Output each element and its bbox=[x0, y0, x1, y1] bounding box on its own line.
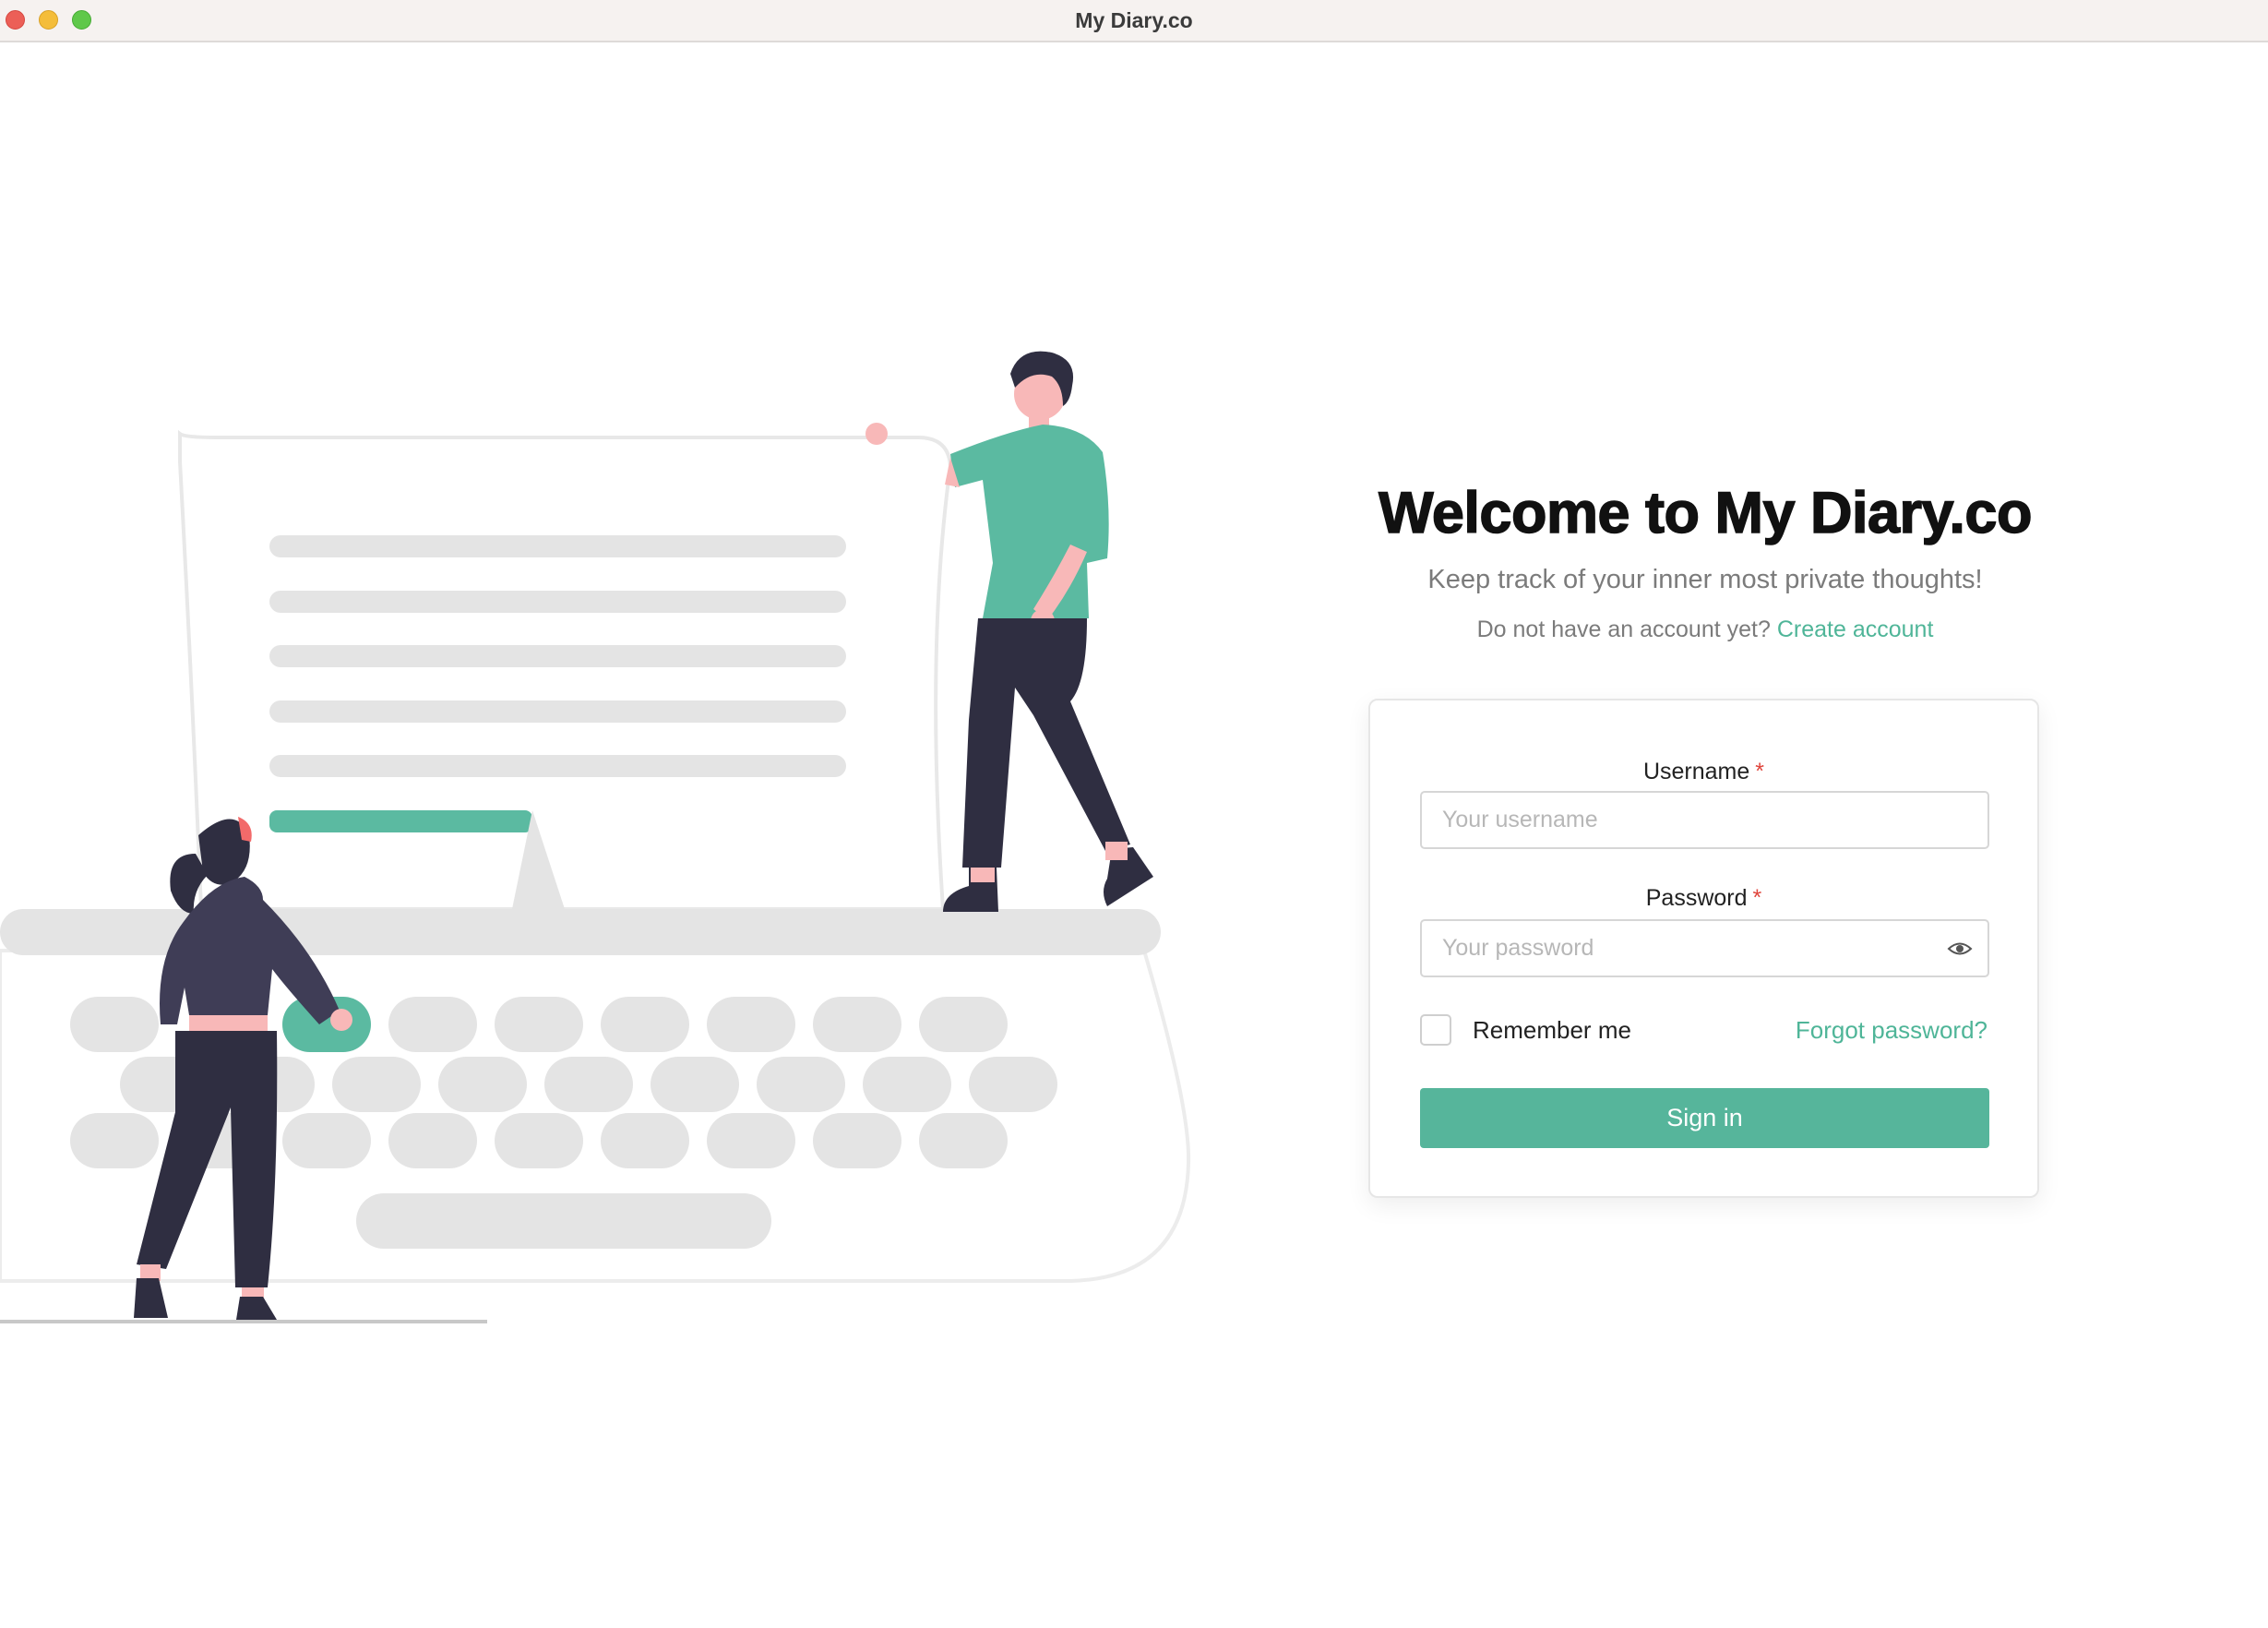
remember-me-label[interactable]: Remember me bbox=[1473, 1016, 1631, 1045]
required-marker: * bbox=[1752, 885, 1762, 911]
eye-icon[interactable] bbox=[1947, 938, 1973, 960]
window-title: My Diary.co bbox=[1075, 8, 1193, 32]
page-subtitle: Keep track of your inner most private th… bbox=[1427, 565, 1983, 594]
create-account-link[interactable]: Create account bbox=[1777, 616, 1934, 642]
forgot-password-link[interactable]: Forgot password? bbox=[1796, 1016, 1987, 1045]
window-titlebar: My Diary.co bbox=[0, 0, 2268, 42]
password-input[interactable]: Your password bbox=[1420, 919, 1989, 977]
password-placeholder: Your password bbox=[1442, 935, 1594, 961]
password-label: Password * bbox=[1370, 885, 2037, 912]
signup-prompt-text: Do not have an account yet? bbox=[1476, 616, 1771, 642]
remember-me-checkbox[interactable] bbox=[1420, 1014, 1451, 1046]
signup-prompt: Do not have an account yet? Create accou… bbox=[1273, 616, 2137, 643]
username-input[interactable]: Your username bbox=[1420, 791, 1989, 849]
login-form-card: Username * Your username Password * Your p… bbox=[1368, 699, 2039, 1198]
required-marker: * bbox=[1755, 759, 1765, 784]
typewriter-illustration bbox=[0, 351, 1191, 1323]
sign-in-button[interactable]: Sign in bbox=[1420, 1088, 1989, 1148]
page-title: Welcome to My Diary.co bbox=[1378, 480, 2033, 546]
password-label-text: Password bbox=[1645, 885, 1748, 911]
username-label: Username * bbox=[1370, 759, 2037, 785]
username-label-text: Username bbox=[1642, 759, 1750, 784]
